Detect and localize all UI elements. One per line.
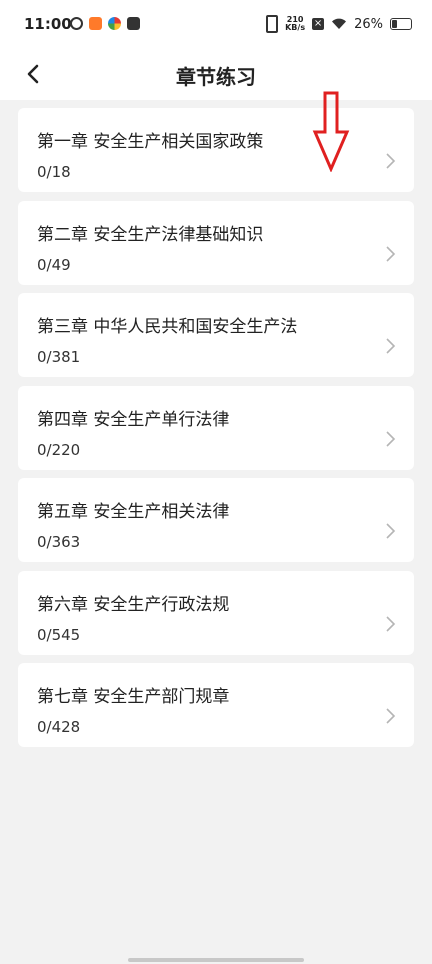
chevron-right-icon (386, 708, 396, 724)
status-right: 210 KB/s × 26% (266, 15, 412, 33)
sync-icon (70, 17, 83, 30)
chapter-item-3[interactable]: 第三章 中华人民共和国安全生产法 0/381 (18, 293, 414, 377)
notification-icons (70, 17, 140, 30)
chapter-progress: 0/363 (37, 533, 81, 551)
chapter-progress: 0/428 (37, 718, 81, 736)
network-speed: 210 KB/s (285, 16, 305, 32)
page-title: 章节练习 (176, 65, 256, 89)
chapter-item-7[interactable]: 第七章 安全生产部门规章 0/428 (18, 663, 414, 747)
chapter-progress: 0/220 (37, 440, 81, 459)
chevron-right-icon (386, 245, 396, 262)
chapter-item-4[interactable]: 第四章 安全生产单行法律 0/220 (18, 385, 414, 470)
chapter-title: 第七章 安全生产部门规章 (37, 687, 230, 707)
vibrate-icon (266, 15, 279, 33)
battery-icon (390, 18, 412, 30)
battery-percent: 26% (354, 16, 383, 32)
wifi-icon (332, 18, 347, 29)
chapter-progress: 0/545 (37, 625, 81, 644)
chapter-title: 第六章 安全生产行政法规 (37, 594, 230, 615)
chapter-item-1[interactable]: 第一章 安全生产相关国家政策 0/18 (18, 108, 414, 192)
chapter-title: 第一章 安全生产相关国家政策 (37, 132, 264, 152)
chevron-right-icon (386, 153, 396, 169)
chevron-right-icon (386, 338, 396, 354)
status-time: 11:00 (24, 15, 72, 33)
annotation-arrow-down-icon (312, 91, 350, 172)
chapter-progress: 0/18 (37, 163, 71, 181)
chapter-progress: 0/49 (37, 255, 71, 274)
status-bar: 11:00 210 KB/s × 26% (0, 0, 432, 50)
chapter-title: 第三章 中华人民共和国安全生产法 (37, 317, 298, 337)
network-speed-unit: KB/s (285, 23, 306, 32)
chapter-item-2[interactable]: 第二章 安全生产法律基础知识 0/49 (18, 200, 414, 285)
chapter-title: 第二章 安全生产法律基础知识 (37, 224, 264, 245)
app-header: 章节练习 (0, 50, 432, 100)
chapter-list: 第一章 安全生产相关国家政策 0/18 第二章 安全生产法律基础知识 0/49 … (18, 108, 414, 756)
chevron-right-icon (386, 523, 396, 539)
chevron-right-icon (386, 430, 396, 447)
sim-off-icon: × (312, 18, 325, 30)
chevron-right-icon (386, 615, 396, 632)
chapter-item-6[interactable]: 第六章 安全生产行政法规 0/545 (18, 570, 414, 655)
app-notification-icon (89, 17, 102, 30)
chapter-title: 第五章 安全生产相关法律 (37, 502, 230, 522)
chapter-title: 第四章 安全生产单行法律 (37, 409, 230, 430)
message-icon (127, 17, 140, 30)
chapter-progress: 0/381 (37, 348, 81, 366)
home-indicator[interactable] (128, 958, 304, 962)
chapter-item-5[interactable]: 第五章 安全生产相关法律 0/363 (18, 478, 414, 562)
photos-icon (108, 17, 121, 30)
